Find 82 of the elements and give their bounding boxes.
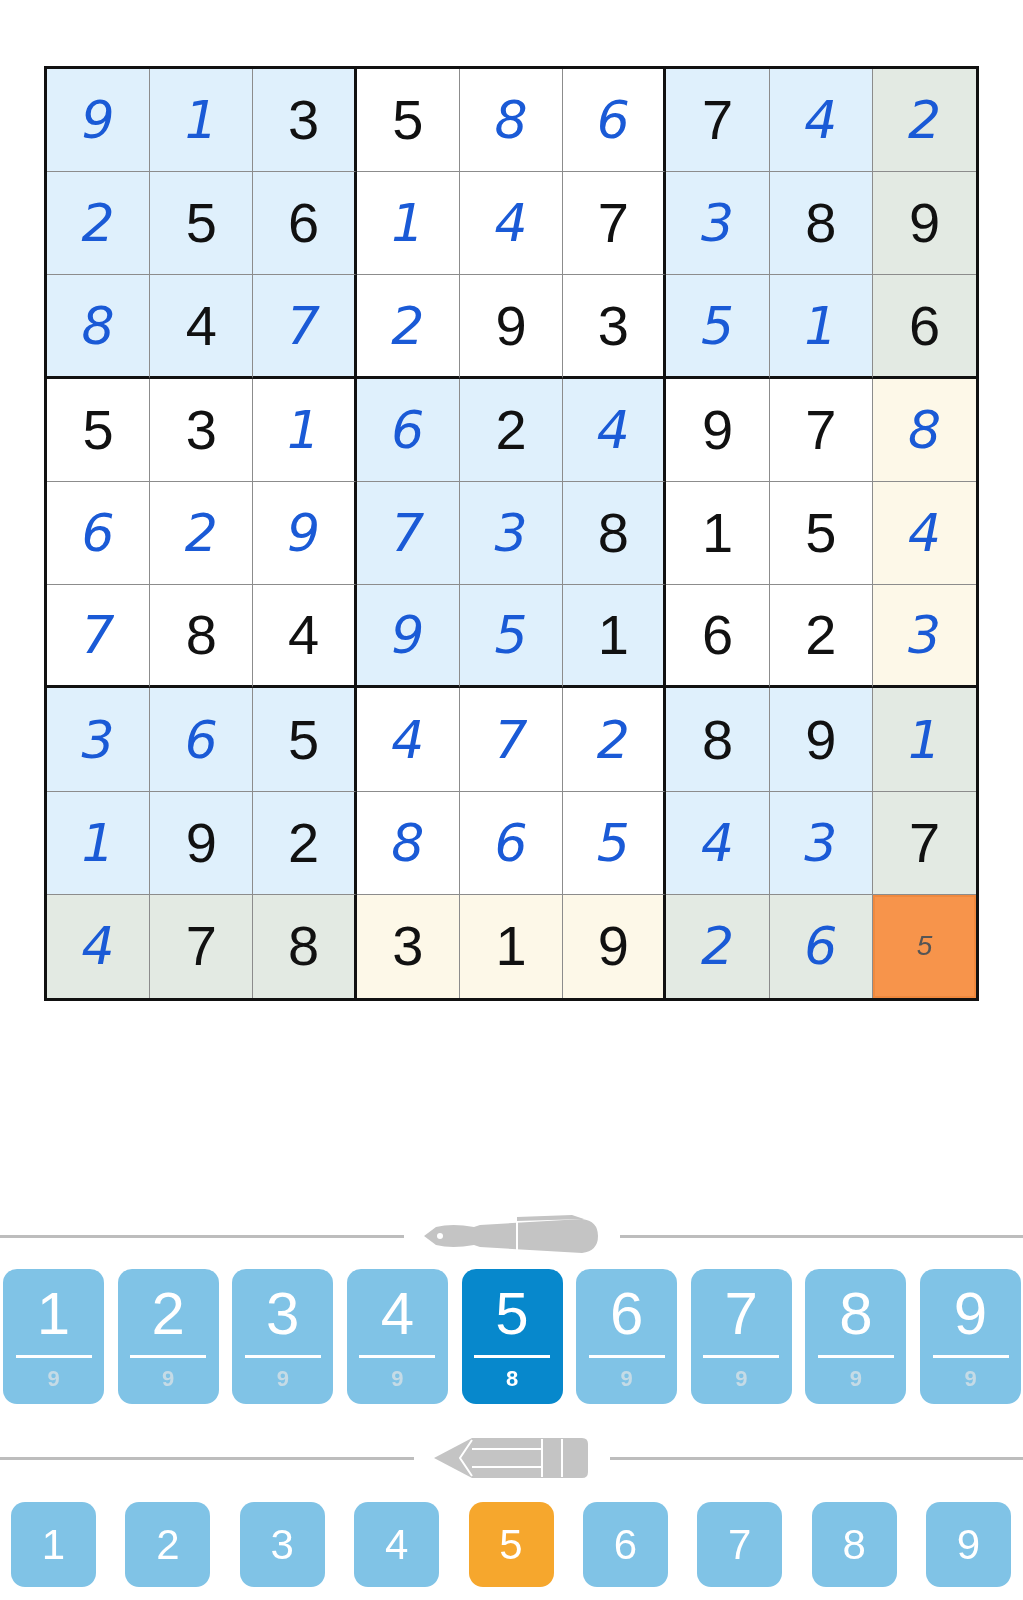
sudoku-cell[interactable]: 5 <box>872 894 977 999</box>
sudoku-cell[interactable]: 2 <box>666 894 770 999</box>
sudoku-cell[interactable]: 9 <box>150 791 254 895</box>
sudoku-cell[interactable]: 4 <box>356 688 460 792</box>
sudoku-cell[interactable]: 6 <box>150 688 254 792</box>
sudoku-cell[interactable]: 4 <box>47 894 151 999</box>
sudoku-cell[interactable]: 3 <box>150 378 254 482</box>
sudoku-cell[interactable]: 8 <box>459 69 564 173</box>
sudoku-cell[interactable]: 2 <box>769 585 873 689</box>
sudoku-cell[interactable]: 3 <box>666 172 770 276</box>
sudoku-cell[interactable]: 6 <box>47 481 151 586</box>
sudoku-cell[interactable]: 9 <box>666 378 770 482</box>
sudoku-cell[interactable]: 5 <box>356 69 460 173</box>
sudoku-cell[interactable]: 5 <box>253 688 357 792</box>
sudoku-cell[interactable]: 7 <box>872 791 977 895</box>
sudoku-cell[interactable]: 9 <box>47 69 151 173</box>
sudoku-cell[interactable]: 2 <box>563 688 667 792</box>
sudoku-cell[interactable]: 7 <box>356 481 460 586</box>
sudoku-cell[interactable]: 7 <box>150 894 254 999</box>
sudoku-cell[interactable]: 8 <box>253 894 357 999</box>
digit-key[interactable]: 5 8 <box>461 1269 563 1405</box>
sudoku-cell[interactable]: 1 <box>872 688 977 792</box>
sudoku-cell[interactable]: 5 <box>47 378 151 482</box>
sudoku-cell[interactable]: 8 <box>563 481 667 586</box>
sudoku-cell[interactable]: 1 <box>253 378 357 482</box>
sudoku-cell[interactable]: 8 <box>666 688 770 792</box>
sudoku-cell[interactable]: 5 <box>666 275 770 379</box>
sudoku-cell[interactable]: 5 <box>459 585 564 689</box>
sudoku-cell[interactable]: 1 <box>563 585 667 689</box>
sudoku-cell[interactable]: 9 <box>769 688 873 792</box>
sudoku-cell[interactable]: 6 <box>872 275 977 379</box>
sudoku-cell[interactable]: 4 <box>150 275 254 379</box>
sudoku-cell[interactable]: 6 <box>253 172 357 276</box>
sudoku-cell[interactable]: 1 <box>47 791 151 895</box>
sudoku-cell[interactable]: 4 <box>563 378 667 482</box>
sudoku-cell[interactable]: 3 <box>459 481 564 586</box>
sudoku-cell[interactable]: 2 <box>459 378 564 482</box>
sudoku-cell[interactable]: 3 <box>253 69 357 173</box>
sudoku-cell[interactable]: 3 <box>47 688 151 792</box>
sudoku-cell[interactable]: 1 <box>459 894 564 999</box>
sudoku-cell[interactable]: 9 <box>872 172 977 276</box>
sudoku-cell[interactable]: 1 <box>356 172 460 276</box>
sudoku-cell[interactable]: 2 <box>47 172 151 276</box>
sudoku-cell[interactable]: 9 <box>459 275 564 379</box>
sudoku-cell[interactable]: 1 <box>150 69 254 173</box>
sudoku-cell[interactable]: 7 <box>666 69 770 173</box>
sudoku-cell[interactable]: 6 <box>459 791 564 895</box>
sudoku-cell[interactable]: 3 <box>356 894 460 999</box>
sudoku-cell[interactable]: 9 <box>253 481 357 586</box>
sudoku-cell[interactable]: 4 <box>666 791 770 895</box>
sudoku-cell[interactable]: 2 <box>356 275 460 379</box>
sudoku-cell[interactable]: 4 <box>872 481 977 586</box>
sudoku-cell[interactable]: 8 <box>150 585 254 689</box>
sudoku-cell[interactable]: 7 <box>253 275 357 379</box>
sudoku-cell[interactable]: 7 <box>769 378 873 482</box>
sudoku-cell[interactable]: 9 <box>563 894 667 999</box>
sudoku-cell[interactable]: 8 <box>872 378 977 482</box>
sudoku-cell[interactable]: 4 <box>253 585 357 689</box>
sudoku-cell[interactable]: 1 <box>666 481 770 586</box>
sudoku-cell[interactable]: 5 <box>563 791 667 895</box>
sudoku-cell[interactable]: 6 <box>563 69 667 173</box>
sudoku-cell[interactable]: 4 <box>769 69 873 173</box>
sudoku-cell[interactable]: 9 <box>356 585 460 689</box>
sudoku-cell[interactable]: 7 <box>47 585 151 689</box>
sudoku-cell[interactable]: 5 <box>150 172 254 276</box>
sudoku-cell[interactable]: 8 <box>47 275 151 379</box>
sudoku-cell[interactable]: 2 <box>253 791 357 895</box>
sudoku-cell[interactable]: 3 <box>872 585 977 689</box>
sudoku-cell[interactable]: 2 <box>872 69 977 173</box>
sudoku-cell[interactable]: 8 <box>769 172 873 276</box>
sudoku-cell[interactable]: 8 <box>356 791 460 895</box>
sudoku-cell[interactable]: 7 <box>563 172 667 276</box>
sudoku-cell[interactable]: 1 <box>769 275 873 379</box>
sudoku-cell[interactable]: 4 <box>459 172 564 276</box>
sudoku-cell[interactable]: 2 <box>150 481 254 586</box>
sudoku-cell[interactable]: 3 <box>563 275 667 379</box>
sudoku-cell[interactable]: 6 <box>666 585 770 689</box>
sudoku-cell[interactable]: 7 <box>459 688 564 792</box>
sudoku-cell[interactable]: 6 <box>769 894 873 999</box>
sudoku-cell[interactable]: 6 <box>356 378 460 482</box>
sudoku-cell[interactable]: 3 <box>769 791 873 895</box>
sudoku-cell[interactable]: 5 <box>769 481 873 586</box>
